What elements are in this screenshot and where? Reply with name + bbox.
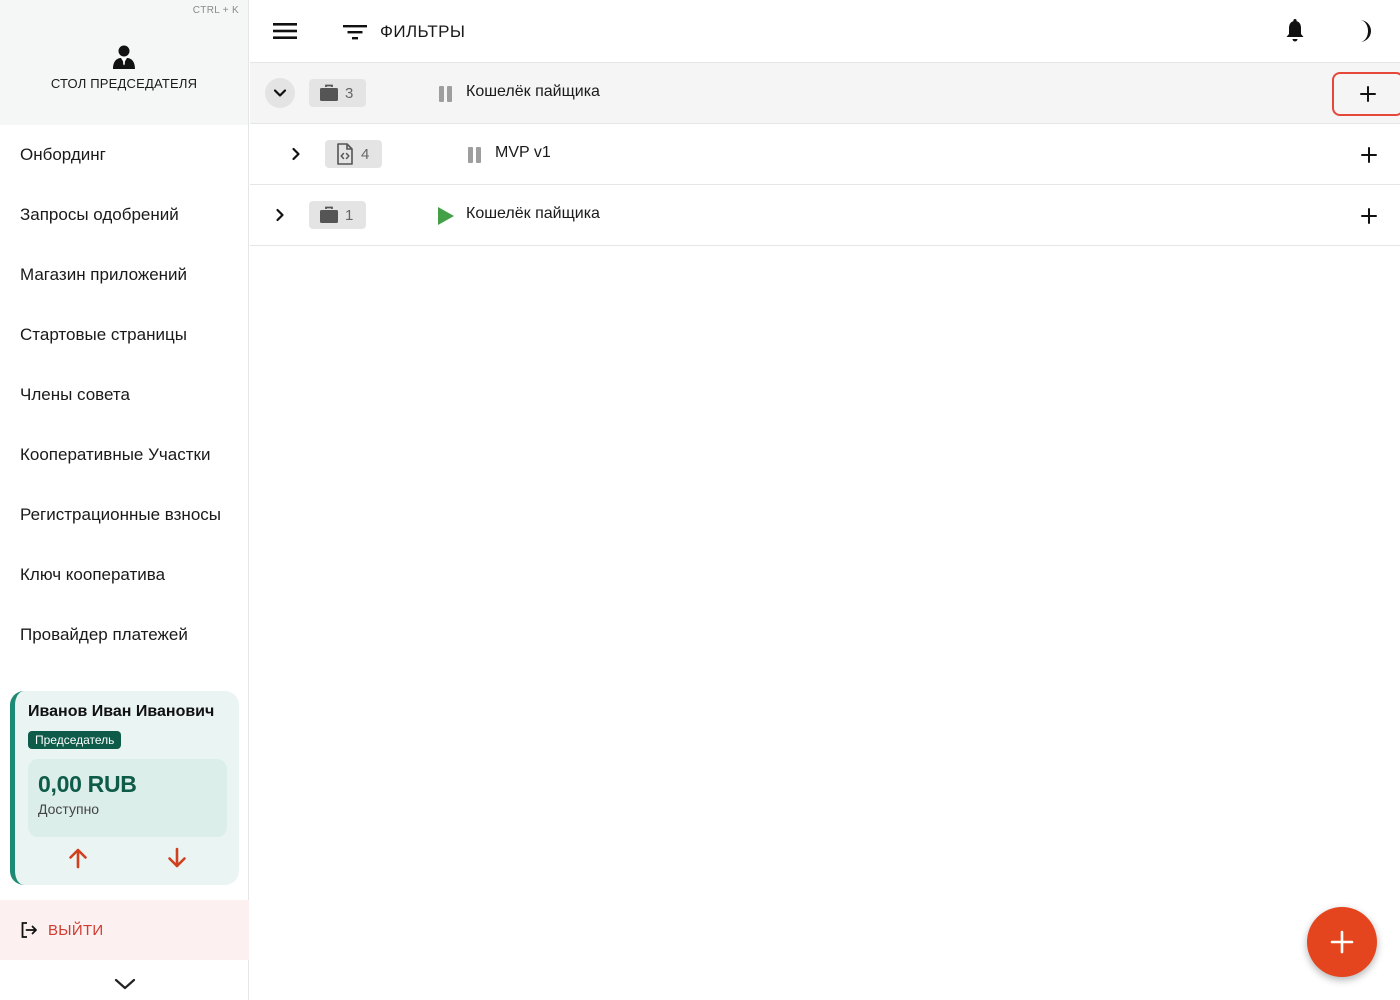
chevron-down-icon xyxy=(273,89,287,97)
briefcase-icon xyxy=(320,84,338,101)
menu-icon[interactable] xyxy=(272,19,298,43)
plus-icon xyxy=(1360,86,1376,102)
arrow-down-icon xyxy=(168,847,187,868)
table-row[interactable]: 1 Кошелёк пайщика xyxy=(250,185,1400,246)
workspace-title: СТОЛ ПРЕДСЕДАТЕЛЯ xyxy=(50,76,198,91)
user-name: Иванов Иван Иванович xyxy=(28,703,215,720)
role-badge: Председатель xyxy=(28,731,122,749)
balance-box: 0,00 RUB Доступно xyxy=(28,759,227,837)
sidebar-item-payment-provider[interactable]: Провайдер платежей xyxy=(0,605,248,665)
expand-button[interactable] xyxy=(281,139,311,169)
filters-label: ФИЛЬТРЫ xyxy=(380,22,466,41)
briefcase-icon xyxy=(320,206,338,223)
row-title: Кошелёк пайщика xyxy=(466,83,600,100)
logout-icon xyxy=(21,922,37,938)
withdraw-button[interactable] xyxy=(63,843,93,873)
sidebar-item-council-members[interactable]: Члены совета xyxy=(0,365,248,425)
create-fab-button[interactable] xyxy=(1307,907,1377,977)
chip-count: 3 xyxy=(345,84,354,102)
logout-label: ВЫЙТИ xyxy=(48,921,104,939)
chairman-icon xyxy=(113,45,135,69)
table-row[interactable]: 4 MVP v1 xyxy=(250,124,1400,185)
deposit-button[interactable] xyxy=(162,843,192,873)
project-count-chip[interactable]: 3 xyxy=(309,79,366,107)
hotkey-hint: CTRL + K xyxy=(192,5,239,16)
app-root: CTRL + K СТОЛ ПРЕДСЕДАТЕЛЯ Онбординг Зап… xyxy=(0,0,1400,1000)
sidebar-item-app-store[interactable]: Магазин приложений xyxy=(0,245,248,305)
sidebar-menu: Онбординг Запросы одобрений Магазин прил… xyxy=(0,125,248,665)
dark-mode-icon[interactable] xyxy=(1351,18,1375,44)
sidebar: CTRL + K СТОЛ ПРЕДСЕДАТЕЛЯ Онбординг Зап… xyxy=(0,0,249,1000)
wallet-actions xyxy=(28,843,227,873)
arrow-up-icon xyxy=(68,848,87,869)
collapse-button[interactable] xyxy=(265,78,295,108)
sidebar-item-start-pages[interactable]: Стартовые страницы xyxy=(0,305,248,365)
sidebar-more-button[interactable] xyxy=(112,972,138,996)
table-row[interactable]: 3 Кошелёк пайщика xyxy=(250,63,1400,124)
expand-button[interactable] xyxy=(265,200,295,230)
component-count-chip[interactable]: 4 xyxy=(325,140,382,168)
row-title: Кошелёк пайщика xyxy=(466,205,600,222)
chevron-down-icon xyxy=(114,978,136,990)
user-card: Иванов Иван Иванович Председатель 0,00 R… xyxy=(10,691,239,885)
pause-icon[interactable] xyxy=(436,84,456,104)
chevron-right-icon xyxy=(292,147,300,161)
balance-label: Доступно xyxy=(38,801,100,817)
plus-icon xyxy=(1330,930,1354,954)
add-button[interactable] xyxy=(1354,201,1384,231)
play-icon[interactable] xyxy=(435,206,455,226)
pause-icon[interactable] xyxy=(465,145,485,165)
filter-icon xyxy=(343,25,367,40)
plus-icon xyxy=(1361,147,1377,163)
sidebar-header[interactable]: CTRL + K СТОЛ ПРЕДСЕДАТЕЛЯ xyxy=(0,0,248,125)
row-title: MVP v1 xyxy=(495,144,551,161)
sidebar-item-coop-key[interactable]: Ключ кооператива xyxy=(0,545,248,605)
sidebar-item-registration-fees[interactable]: Регистрационные взносы xyxy=(0,485,248,545)
logout-button[interactable]: ВЫЙТИ xyxy=(0,900,249,960)
code-file-icon xyxy=(337,143,353,165)
sidebar-item-coop-branches[interactable]: Кооперативные Участки xyxy=(0,425,248,485)
sidebar-item-onboarding[interactable]: Онбординг xyxy=(0,125,248,185)
chevron-right-icon xyxy=(276,208,284,222)
filters-button[interactable]: ФИЛЬТРЫ xyxy=(342,18,465,46)
plus-icon xyxy=(1361,208,1377,224)
bell-icon[interactable] xyxy=(1283,18,1307,44)
chip-count: 4 xyxy=(361,145,370,163)
balance-amount: 0,00 RUB xyxy=(38,771,137,797)
project-count-chip[interactable]: 1 xyxy=(309,201,366,229)
add-button[interactable] xyxy=(1354,140,1384,170)
top-bar: ФИЛЬТРЫ xyxy=(250,0,1400,63)
chip-count: 1 xyxy=(345,206,354,224)
add-button[interactable] xyxy=(1332,72,1400,116)
sidebar-item-approvals[interactable]: Запросы одобрений xyxy=(0,185,248,245)
